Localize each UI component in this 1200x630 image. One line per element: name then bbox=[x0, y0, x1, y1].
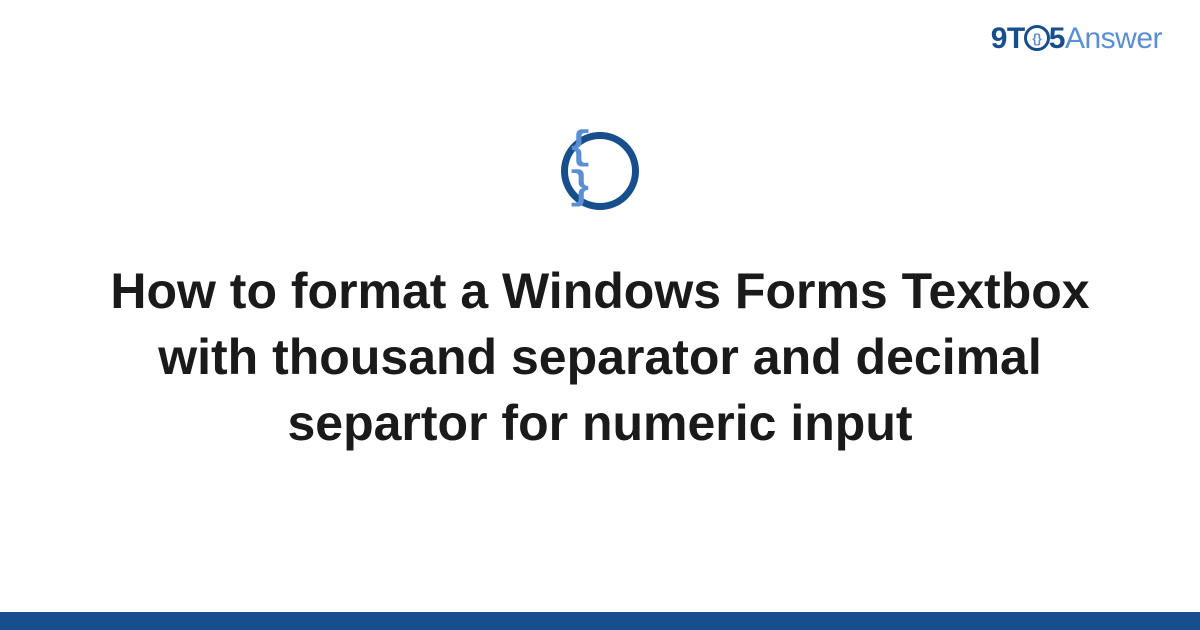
logo-circle-inner: {} bbox=[1032, 32, 1041, 45]
logo-circle-icon: {} bbox=[1024, 25, 1050, 51]
logo-text-5: 5 bbox=[1049, 22, 1065, 55]
site-logo: 9T {} 5Answer bbox=[991, 22, 1162, 56]
logo-text-9t: 9T bbox=[991, 22, 1025, 55]
logo-text-answer: Answer bbox=[1065, 22, 1162, 55]
code-braces-icon: { } bbox=[561, 132, 639, 210]
page-title: How to format a Windows Forms Textbox wi… bbox=[70, 258, 1130, 456]
footer-bar bbox=[0, 612, 1200, 630]
braces-symbol: { } bbox=[568, 129, 632, 209]
